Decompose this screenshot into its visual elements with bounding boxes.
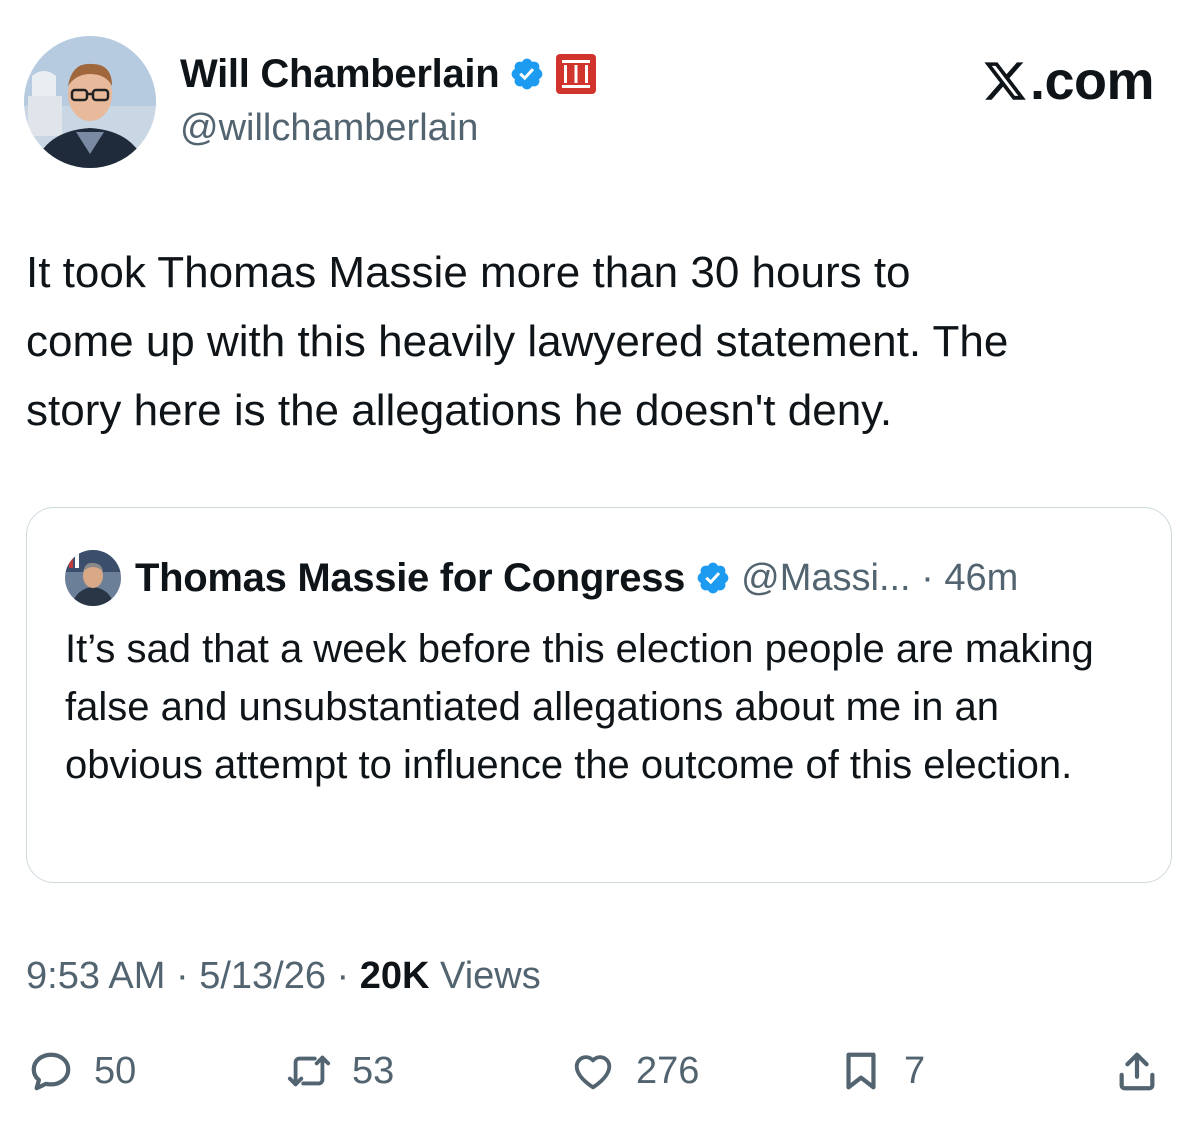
views-count: 20K bbox=[359, 955, 430, 997]
author-info: Will Chamberlain @willchamberlain bbox=[180, 48, 599, 152]
x-logo-icon bbox=[984, 62, 1026, 100]
quoted-author-avatar[interactable] bbox=[65, 550, 121, 606]
verified-badge-icon[interactable] bbox=[509, 56, 545, 92]
author-display-name[interactable]: Will Chamberlain bbox=[180, 48, 500, 100]
share-icon bbox=[1119, 1052, 1155, 1091]
like-count: 276 bbox=[636, 1049, 700, 1092]
quoted-tweet-card[interactable]: Thomas Massie for Congress @Massi... · 4… bbox=[26, 507, 1172, 883]
tweet-meta: 9:53 AM · 5/13/26 · 20K Views bbox=[26, 950, 541, 1002]
reply-button[interactable]: 50 bbox=[28, 1036, 136, 1106]
bookmark-icon bbox=[846, 1052, 876, 1090]
tweet-action-bar: 50 53 276 7 bbox=[0, 1036, 1200, 1106]
meta-separator: · bbox=[326, 955, 360, 997]
reply-icon bbox=[31, 1052, 71, 1091]
quoted-tweet-text: It’s sad that a week before this electio… bbox=[65, 627, 1094, 787]
verified-badge-icon[interactable] bbox=[695, 560, 731, 596]
like-button[interactable]: 276 bbox=[570, 1036, 699, 1106]
affiliation-badge-icon[interactable] bbox=[553, 51, 599, 97]
heart-icon bbox=[574, 1055, 612, 1090]
views-label: Views bbox=[429, 955, 541, 997]
quoted-author-name[interactable]: Thomas Massie for Congress bbox=[135, 556, 685, 601]
quoted-author-handle-time[interactable]: @Massi... · 46m bbox=[741, 557, 1018, 600]
x-com-wordmark: .com bbox=[982, 50, 1155, 112]
author-handle[interactable]: @willchamberlain bbox=[180, 104, 599, 152]
quoted-avatar-photo bbox=[65, 550, 121, 606]
quoted-tweet-header: Thomas Massie for Congress @Massi... · 4… bbox=[65, 548, 1018, 608]
author-name-row: Will Chamberlain bbox=[180, 48, 599, 100]
meta-separator: · bbox=[165, 955, 200, 997]
repost-count: 53 bbox=[352, 1049, 395, 1092]
tweet-date[interactable]: 5/13/26 bbox=[199, 955, 326, 997]
repost-icon bbox=[287, 1055, 331, 1087]
tweet-time[interactable]: 9:53 AM bbox=[26, 955, 165, 997]
share-button[interactable] bbox=[1114, 1036, 1160, 1106]
author-avatar[interactable] bbox=[24, 36, 156, 168]
bookmark-count: 7 bbox=[904, 1049, 926, 1092]
bookmark-button[interactable]: 7 bbox=[838, 1036, 925, 1106]
tweet-text: It took Thomas Massie more than 30 hours… bbox=[26, 248, 1009, 435]
x-com-label: .com bbox=[1029, 51, 1155, 111]
reply-count: 50 bbox=[94, 1049, 137, 1092]
repost-button[interactable]: 53 bbox=[286, 1036, 394, 1106]
user-avatar-photo bbox=[24, 36, 156, 168]
